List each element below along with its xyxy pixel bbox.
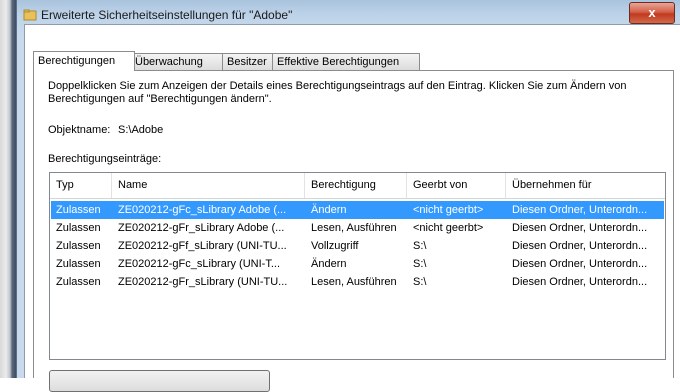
tab-berechtigungen[interactable]: Berechtigungen [33, 51, 135, 71]
list-header: Typ Name Berechtigung Geerbt von Überneh… [50, 173, 665, 199]
cell-berechtigung: Ändern [311, 258, 347, 270]
window-title: Erweiterte Sicherheitseinstellungen für … [41, 8, 293, 22]
change-permissions-button[interactable] [49, 370, 270, 392]
cell-geerbt-von: S:\ [413, 240, 427, 252]
cell-typ: Zulassen [56, 240, 101, 252]
column-header-name[interactable]: Name [112, 173, 305, 198]
folder-icon [23, 9, 37, 21]
object-name-label: Objektname: [48, 124, 111, 136]
cell-name: ZE020212-gFc_sLibrary Adobe (... [118, 204, 287, 216]
close-button[interactable]: x [629, 2, 675, 24]
cell-berechtigung: Lesen, Ausführen [311, 276, 397, 288]
cell-uebernehmen-fuer: Diesen Ordner, Unterordn... [512, 276, 648, 288]
table-row[interactable]: Zulassen ZE020212-gFf_sLibrary (UNI-TU..… [51, 237, 664, 255]
permission-entries-list[interactable]: Typ Name Berechtigung Geerbt von Überneh… [49, 172, 666, 360]
table-row[interactable]: Zulassen ZE020212-gFc_sLibrary (UNI-T...… [51, 255, 664, 273]
column-header-uebernehmen-fuer[interactable]: Übernehmen für [506, 173, 665, 198]
cell-geerbt-von: <nicht geerbt> [413, 204, 484, 216]
column-header-geerbt-von[interactable]: Geerbt von [407, 173, 506, 198]
cell-geerbt-von: <nicht geerbt> [413, 222, 484, 234]
table-row[interactable]: Zulassen ZE020212-gFc_sLibrary Adobe (..… [51, 201, 664, 219]
cell-berechtigung: Lesen, Ausführen [311, 222, 397, 234]
background-window-edge [0, 0, 16, 378]
object-name-value: S:\Adobe [118, 124, 164, 136]
description-text: Doppelklicken Sie zum Anzeigen der Detai… [48, 80, 627, 105]
cell-berechtigung: Vollzugriff [311, 240, 359, 252]
cell-geerbt-von: S:\ [413, 276, 427, 288]
column-header-typ[interactable]: Typ [50, 173, 112, 198]
tab-besitzer[interactable]: Besitzer [222, 53, 278, 70]
cell-name: ZE020212-gFr_sLibrary Adobe (... [118, 222, 285, 234]
cell-berechtigung: Ändern [311, 204, 347, 216]
cell-typ: Zulassen [56, 276, 101, 288]
tab-ueberwachung[interactable]: Überwachung [130, 53, 226, 70]
cell-uebernehmen-fuer: Diesen Ordner, Unterordn... [512, 258, 648, 270]
cell-geerbt-von: S:\ [413, 258, 427, 270]
cell-typ: Zulassen [56, 258, 101, 270]
cell-typ: Zulassen [56, 222, 101, 234]
column-header-berechtigung[interactable]: Berechtigung [305, 173, 407, 198]
cell-uebernehmen-fuer: Diesen Ordner, Unterordn... [512, 222, 648, 234]
permission-entries-label: Berechtigungseinträge: [48, 153, 162, 165]
cell-typ: Zulassen [56, 204, 101, 216]
cell-uebernehmen-fuer: Diesen Ordner, Unterordn... [512, 240, 648, 252]
table-row[interactable]: Zulassen ZE020212-gFr_sLibrary (UNI-TU..… [51, 273, 664, 291]
cell-name: ZE020212-gFc_sLibrary (UNI-T... [118, 258, 280, 270]
cell-uebernehmen-fuer: Diesen Ordner, Unterordn... [512, 204, 648, 216]
table-row[interactable]: Zulassen ZE020212-gFr_sLibrary Adobe (..… [51, 219, 664, 237]
cell-name: ZE020212-gFr_sLibrary (UNI-TU... [118, 276, 288, 288]
cell-name: ZE020212-gFf_sLibrary (UNI-TU... [118, 240, 287, 252]
tab-effektive-berechtigungen[interactable]: Effektive Berechtigungen [272, 53, 420, 70]
